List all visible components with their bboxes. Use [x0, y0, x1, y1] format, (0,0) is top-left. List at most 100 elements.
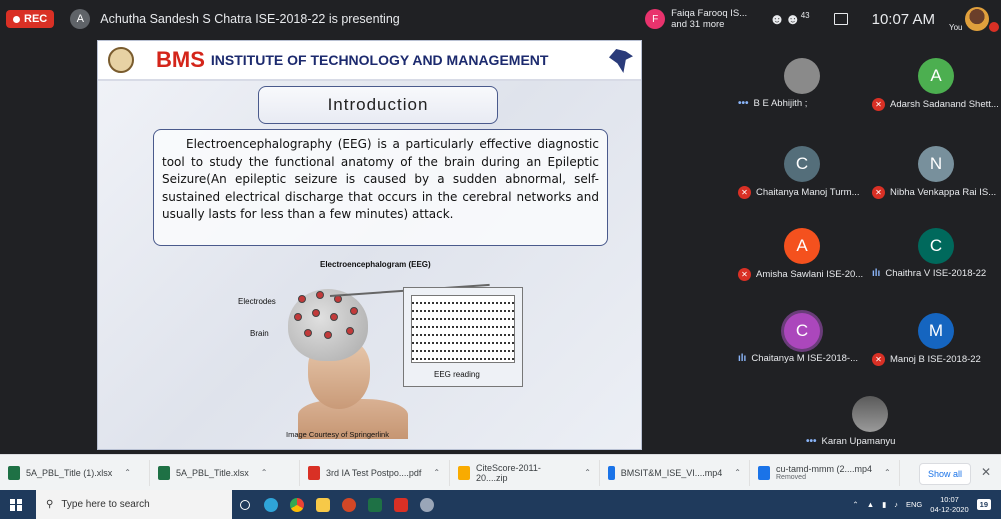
download-status: Removed — [776, 474, 806, 481]
video-file-icon — [608, 465, 615, 480]
participant-avatar — [852, 396, 888, 432]
electrode-icon — [330, 313, 338, 321]
windows-start-icon[interactable] — [10, 498, 22, 511]
raised-hands-info[interactable]: Faiqa Farooq IS... and 31 more — [671, 8, 751, 30]
meeting-top-bar: REC A Achutha Sandesh S Chatra ISE-2018-… — [0, 0, 1001, 38]
participant-name: Chaitanya M ISE-2018-... — [751, 353, 859, 364]
eeg-trace — [412, 334, 514, 336]
taskbar-search-box[interactable]: ⚲ Type here to search — [36, 490, 232, 519]
download-filename: CiteScore-2011-20....zip — [475, 462, 541, 483]
chat-icon[interactable] — [833, 13, 848, 25]
chevron-up-icon[interactable]: ⌃ — [884, 468, 891, 477]
participant-name: Amisha Sawlani ISE-20... — [756, 269, 864, 280]
audio-level-icon: ılı — [738, 353, 747, 364]
participant-tile[interactable]: N ✕ Nibha Venkappa Rai IS... — [872, 146, 1001, 204]
powerpoint-icon[interactable] — [336, 490, 362, 519]
chevron-up-icon[interactable]: ⌃ — [584, 468, 591, 477]
taskbar-clock[interactable]: 10:07 04-12-2020 — [930, 495, 968, 515]
participant-avatar — [784, 58, 820, 94]
eeg-trace — [412, 310, 514, 312]
network-icon[interactable]: ▲ — [867, 500, 874, 509]
participant-tile[interactable]: C ılı Chaitanya M ISE-2018-... — [738, 313, 870, 371]
brain-label: Brain — [250, 329, 269, 338]
pdf-file-icon — [308, 465, 320, 480]
electrode-icon — [324, 331, 332, 339]
meeting-clock: 10:07 AM — [871, 10, 935, 28]
participant-tile[interactable]: A ✕ Amisha Sawlani ISE-20... — [738, 228, 870, 286]
participant-tile[interactable]: ••• B E Abhijith ; — [738, 58, 870, 116]
excel-file-icon — [8, 465, 20, 480]
clock-time: 10:07 — [940, 494, 959, 504]
participant-name: Chaitanya Manoj Turm... — [756, 187, 860, 198]
notification-badge — [989, 22, 999, 32]
chevron-up-icon[interactable]: ⌃ — [261, 468, 268, 477]
file-explorer-icon[interactable] — [310, 490, 336, 519]
raised-hands-name: Faiqa Farooq IS... — [671, 8, 748, 19]
download-item[interactable]: 3rd IA Test Postpo....pdf ⌃ — [300, 459, 450, 486]
slide-header: BMS INSTITUTE OF TECHNOLOGY AND MANAGEME… — [98, 41, 641, 81]
people-button[interactable]: ☻☻43 — [769, 11, 809, 28]
chevron-up-icon[interactable]: ⌃ — [433, 468, 440, 477]
electrode-icon — [294, 313, 302, 321]
participant-name: Adarsh Sadanand Shett... — [890, 99, 999, 110]
chevron-up-icon[interactable]: ⌃ — [124, 468, 131, 477]
participant-tile[interactable]: C ılı Chaithra V ISE-2018-22 — [872, 228, 1001, 286]
raised-hand-avatar[interactable]: F — [645, 9, 666, 29]
download-item[interactable]: 5A_PBL_Title (1).xlsx ⌃ — [0, 459, 150, 486]
mic-muted-icon: ✕ — [872, 353, 885, 366]
task-view-icon[interactable] — [232, 490, 258, 519]
electrode-icon — [346, 327, 354, 335]
chevron-up-icon[interactable]: ⌃ — [852, 500, 858, 509]
chrome-icon[interactable] — [284, 490, 310, 519]
india-map-icon — [609, 49, 633, 73]
download-item[interactable]: CiteScore-2011-20....zip ⌃ — [450, 459, 600, 486]
presentation-slide: BMS INSTITUTE OF TECHNOLOGY AND MANAGEME… — [97, 40, 642, 450]
participant-avatar: A — [784, 228, 820, 264]
presenter-avatar: A — [70, 9, 91, 29]
notifications-badge[interactable]: 19 — [976, 499, 991, 510]
download-item[interactable]: BMSIT&M_ISE_VI....mp4 ⌃ — [600, 459, 750, 486]
recording-badge: REC — [6, 10, 55, 28]
participant-name: Nibha Venkappa Rai IS... — [890, 187, 997, 198]
institute-name: INSTITUTE OF TECHNOLOGY AND MANAGEMENT — [210, 52, 549, 68]
participant-name: Manoj B ISE-2018-22 — [890, 354, 981, 365]
app-icon[interactable] — [414, 490, 440, 519]
system-tray: ⌃ ▲ ▮ ♪ ENG 10:07 04-12-2020 19 — [852, 490, 991, 519]
download-filename: BMSIT&M_ISE_VI....mp4 — [620, 467, 723, 478]
participant-tile[interactable]: ••• Karan Upamanyu — [806, 396, 938, 454]
download-item[interactable]: cu-tamd-mmm (2....mp4 Removed ⌃ — [750, 459, 900, 486]
chevron-up-icon[interactable]: ⌃ — [734, 468, 741, 477]
electrode-icon — [350, 307, 358, 315]
participant-avatar: M — [918, 313, 954, 349]
participant-tile[interactable]: C ✕ Chaitanya Manoj Turm... — [738, 146, 870, 204]
electrode-icon — [316, 291, 324, 299]
mic-muted-icon: ✕ — [872, 98, 885, 111]
download-filename: 5A_PBL_Title.xlsx — [176, 467, 249, 478]
download-item[interactable]: 5A_PBL_Title.xlsx ⌃ — [150, 459, 300, 486]
acrobat-icon[interactable] — [388, 490, 414, 519]
language-indicator[interactable]: ENG — [906, 500, 922, 509]
self-view[interactable]: You — [949, 0, 1001, 38]
close-icon[interactable]: ✕ — [981, 465, 991, 479]
presenting-status: Achutha Sandesh S Chatra ISE-2018-22 is … — [100, 12, 400, 26]
electrode-icon — [312, 309, 320, 317]
participant-name: B E Abhijith ; — [753, 98, 808, 109]
slide-body-text: Electroencephalography (EEG) is a partic… — [153, 129, 608, 246]
electrode-icon — [298, 295, 306, 303]
raised-hands-more: and 31 more — [671, 19, 725, 30]
electrodes-label: Electrodes — [238, 297, 276, 306]
head-illustration — [268, 279, 408, 439]
mic-muted-icon: ✕ — [738, 268, 751, 281]
windows-taskbar: ⚲ Type here to search ⌃ ▲ ▮ ♪ ENG 10:07 … — [0, 490, 1001, 519]
brand-name: BMS — [156, 47, 205, 72]
eeg-trace — [412, 326, 514, 328]
participant-tile[interactable]: A ✕ Adarsh Sadanand Shett... — [872, 58, 1001, 116]
show-all-downloads-button[interactable]: Show all — [919, 463, 971, 485]
edge-icon[interactable] — [258, 490, 284, 519]
eeg-trace — [412, 302, 514, 304]
participant-tile[interactable]: M ✕ Manoj B ISE-2018-22 — [872, 313, 1001, 371]
eeg-trace — [412, 318, 514, 320]
excel-icon[interactable] — [362, 490, 388, 519]
battery-icon[interactable]: ▮ — [882, 500, 886, 509]
volume-icon[interactable]: ♪ — [894, 500, 898, 509]
